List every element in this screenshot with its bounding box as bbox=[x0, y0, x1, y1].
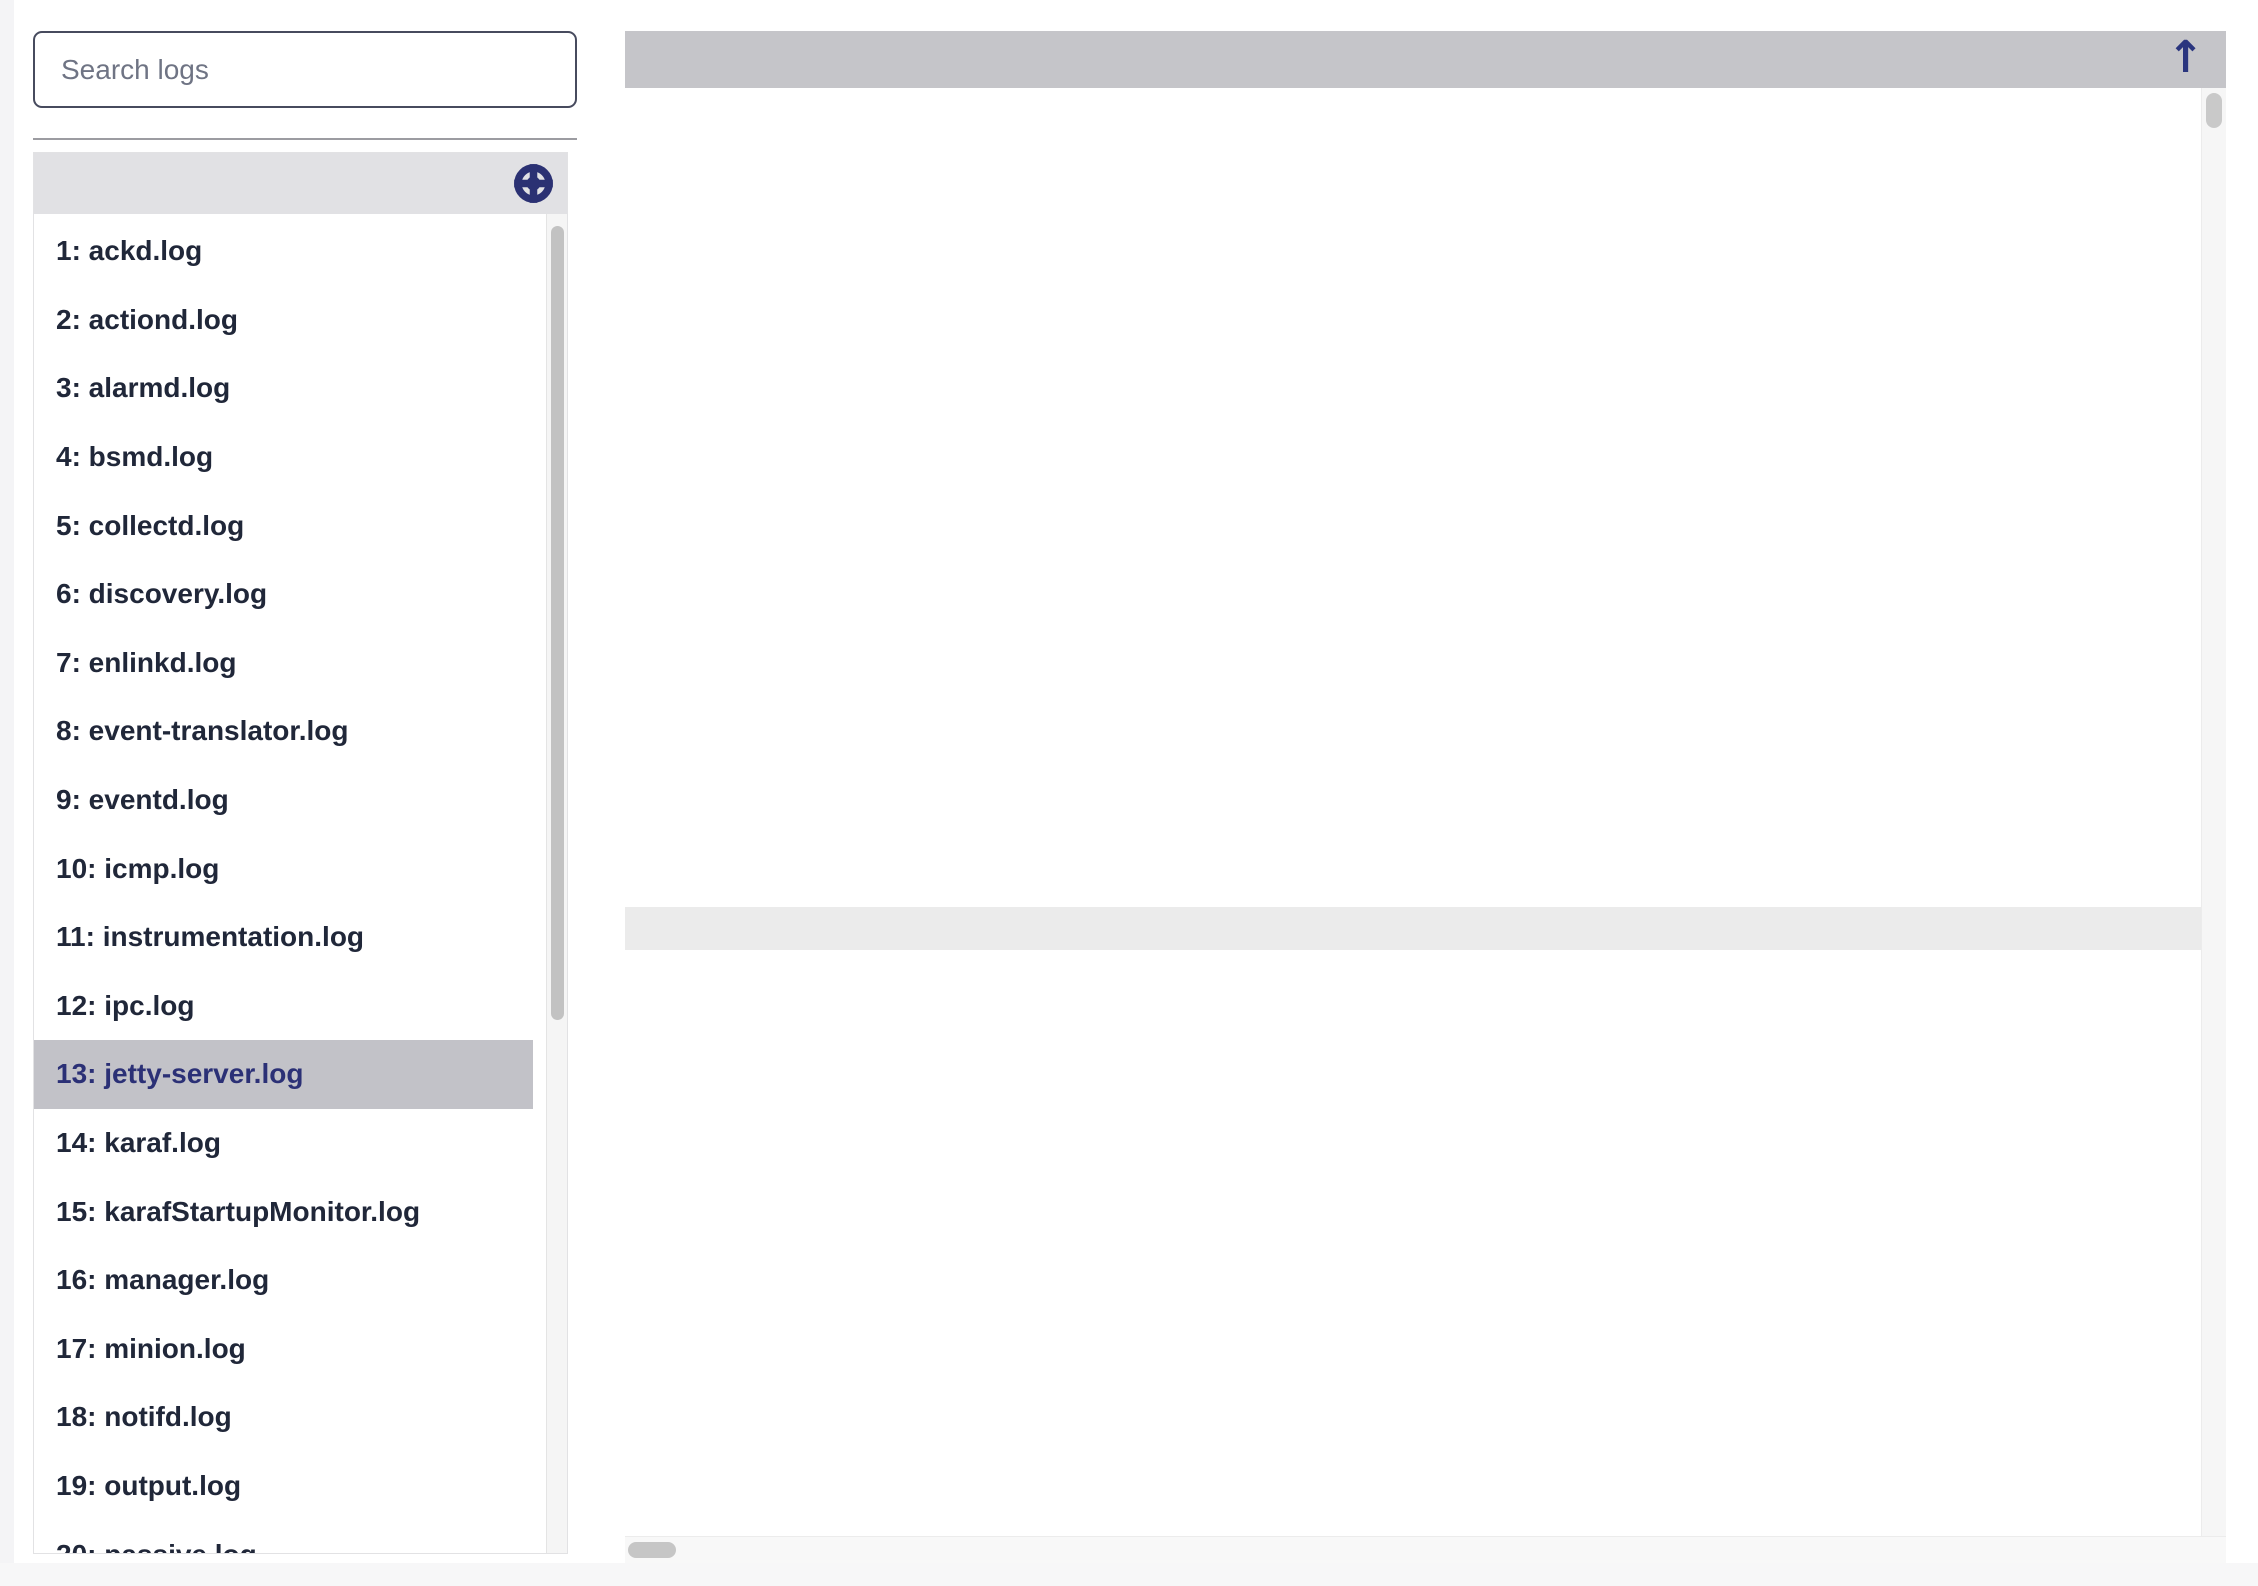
log-content: 2022-04-26 15:35:05,235 DEBUG [qtp166546… bbox=[625, 88, 2201, 1536]
log-line[interactable]: 2022-04-26 15:35:05,235 DEBUG [qtp166546… bbox=[625, 907, 2201, 950]
file-item[interactable]: 9: eventd.log bbox=[34, 766, 533, 835]
file-item-label: 20: passive.log bbox=[56, 1539, 257, 1553]
file-item-label: 6: discovery.log bbox=[56, 578, 267, 610]
file-item[interactable]: 14: karaf.log bbox=[34, 1109, 533, 1178]
file-item-label: 1: ackd.log bbox=[56, 235, 202, 267]
log-line[interactable]: 2022-04-26 15:35:05,235 DEBUG [qtp166546… bbox=[625, 176, 2201, 219]
log-line[interactable]: 2022-04-26 15:35:05,235 DEBUG [qtp166546… bbox=[625, 1165, 2201, 1208]
file-item[interactable]: 16: manager.log bbox=[34, 1246, 533, 1315]
file-item[interactable]: 12: ipc.log bbox=[34, 972, 533, 1041]
file-item-label: 14: karaf.log bbox=[56, 1127, 221, 1159]
file-item-label: 8: event-translator.log bbox=[56, 715, 349, 747]
file-list-header bbox=[34, 153, 567, 214]
log-line[interactable]: 2022-04-26 15:35:05,235 DEBUG [qtp166546… bbox=[625, 821, 2201, 864]
log-line[interactable]: 2022-04-26 15:35:05,235 DEBUG [qtp166546… bbox=[625, 133, 2201, 176]
up-arrow-icon: ↑ bbox=[2167, 32, 2204, 83]
file-item-label: 11: instrumentation.log bbox=[56, 921, 364, 953]
file-list-scroll-thumb[interactable] bbox=[551, 226, 564, 1020]
file-item[interactable]: 17: minion.log bbox=[34, 1315, 533, 1384]
file-item-label: 9: eventd.log bbox=[56, 784, 229, 816]
file-item[interactable]: 5: collectd.log bbox=[34, 491, 533, 560]
file-item-label: 15: karafStartupMonitor.log bbox=[56, 1196, 420, 1228]
file-item[interactable]: 10: icmp.log bbox=[34, 834, 533, 903]
log-line[interactable]: 2022-04-26 15:35:05,235 DEBUG [qtp166546… bbox=[625, 477, 2201, 520]
file-item[interactable]: 2: actiond.log bbox=[34, 286, 533, 355]
file-item[interactable]: 8: event-translator.log bbox=[34, 697, 533, 766]
log-line[interactable]: 2022-04-26 15:35:05,235 DEBUG [qtp166546… bbox=[625, 864, 2201, 907]
search-input[interactable] bbox=[33, 31, 577, 108]
file-item[interactable]: 4: bsmd.log bbox=[34, 423, 533, 492]
file-item[interactable]: 19: output.log bbox=[34, 1452, 533, 1521]
log-line[interactable]: 2022-04-26 15:35:05,235 DEBUG [qtp166546… bbox=[625, 692, 2201, 735]
file-item-label: 16: manager.log bbox=[56, 1264, 269, 1296]
file-item[interactable]: 3: alarmd.log bbox=[34, 354, 533, 423]
file-item[interactable]: 6: discovery.log bbox=[34, 560, 533, 629]
log-line[interactable]: 2022-04-26 15:35:05,235 DEBUG [qtp166546… bbox=[625, 90, 2201, 133]
file-item[interactable]: 13: jetty-server.log bbox=[34, 1040, 533, 1109]
file-item-label: 18: notifd.log bbox=[56, 1401, 232, 1433]
file-item[interactable]: 11: instrumentation.log bbox=[34, 903, 533, 972]
file-item-label: 3: alarmd.log bbox=[56, 372, 230, 404]
sidebar-divider bbox=[33, 138, 577, 140]
file-item-label: 10: icmp.log bbox=[56, 853, 219, 885]
settings-wheel-icon[interactable] bbox=[512, 162, 555, 205]
file-item[interactable]: 18: notifd.log bbox=[34, 1383, 533, 1452]
log-line[interactable]: 2022-04-26 15:35:05,235 DEBUG [qtp166546… bbox=[625, 219, 2201, 262]
log-line[interactable]: 2022-04-26 15:35:05,235 DEBUG [qtp166546… bbox=[625, 1036, 2201, 1079]
file-item[interactable]: 15: karafStartupMonitor.log bbox=[34, 1177, 533, 1246]
log-line[interactable]: 2022-04-26 15:35:05,235 DEBUG [qtp166546… bbox=[625, 1122, 2201, 1165]
log-line[interactable]: 2022-04-26 15:35:05,235 DEBUG [qtp166546… bbox=[625, 262, 2201, 305]
file-item[interactable]: 20: passive.log bbox=[34, 1520, 533, 1553]
log-line[interactable]: 2022-04-26 15:35:05,235 DEBUG [qtp166546… bbox=[625, 735, 2201, 778]
log-line[interactable]: 2022-04-26 15:35:05,236 DEBUG [qtp166546… bbox=[625, 1337, 2201, 1380]
log-line[interactable]: 2022-04-26 15:35:05,235 DEBUG [qtp166546… bbox=[625, 305, 2201, 348]
log-vertical-scrollbar[interactable] bbox=[2201, 88, 2226, 1536]
file-item-label: 13: jetty-server.log bbox=[56, 1058, 303, 1090]
log-line[interactable]: 2022-04-26 15:35:05,235 DEBUG [qtp166546… bbox=[625, 391, 2201, 434]
log-line[interactable]: 2022-04-26 15:35:05,235 DEBUG [qtp166546… bbox=[625, 563, 2201, 606]
file-item-label: 2: actiond.log bbox=[56, 304, 238, 336]
left-edge-strip bbox=[0, 0, 14, 1586]
log-line[interactable]: 2022-04-26 15:35:05,235 DEBUG [qtp166546… bbox=[625, 1079, 2201, 1122]
log-line[interactable]: 2022-04-26 15:35:05,235 DEBUG [qtp166546… bbox=[625, 434, 2201, 477]
file-item[interactable]: 7: enlinkd.log bbox=[34, 629, 533, 698]
log-vertical-scroll-thumb[interactable] bbox=[2206, 93, 2222, 128]
log-line[interactable]: 2022-04-26 15:35:05,236 DEBUG [qtp166546… bbox=[625, 1423, 2201, 1466]
log-line[interactable]: 2022-04-26 15:35:05,235 DEBUG [qtp166546… bbox=[625, 606, 2201, 649]
log-line[interactable]: 2022-04-26 15:35:05,236 DEBUG [qtp166546… bbox=[625, 1294, 2201, 1337]
log-line[interactable]: 2022-04-26 15:35:05,236 DEBUG [qtp166546… bbox=[625, 1509, 2201, 1536]
log-file-list-panel: 1: ackd.log 2: actiond.log 3: alarmd.log… bbox=[33, 152, 568, 1554]
log-line[interactable]: 2022-04-26 15:35:05,235 DEBUG [qtp166546… bbox=[625, 950, 2201, 993]
file-item-label: 12: ipc.log bbox=[56, 990, 194, 1022]
file-list-scrollbar[interactable] bbox=[546, 214, 567, 1553]
log-line[interactable]: 2022-04-26 15:35:05,236 DEBUG [qtp166546… bbox=[625, 1466, 2201, 1509]
log-line[interactable]: 2022-04-26 15:35:05,236 DEBUG [qtp166546… bbox=[625, 1380, 2201, 1423]
scroll-to-top-button[interactable]: ↑ bbox=[2167, 31, 2204, 88]
log-line[interactable]: 2022-04-26 15:35:05,235 DEBUG [qtp166546… bbox=[625, 1208, 2201, 1251]
log-viewer-header: ↑ bbox=[625, 31, 2226, 88]
file-item-label: 7: enlinkd.log bbox=[56, 647, 236, 679]
log-line[interactable]: 2022-04-26 15:35:05,235 DEBUG [qtp166546… bbox=[625, 348, 2201, 391]
log-viewer-panel: ↑ 2022-04-26 15:35:05,235 DEBUG [qtp1665… bbox=[625, 31, 2226, 1563]
log-horizontal-scroll-thumb[interactable] bbox=[628, 1542, 676, 1558]
log-line[interactable]: 2022-04-26 15:35:05,235 DEBUG [qtp166546… bbox=[625, 778, 2201, 821]
log-line[interactable]: 2022-04-26 15:35:05,235 DEBUG [qtp166546… bbox=[625, 1251, 2201, 1294]
file-item[interactable]: 1: ackd.log bbox=[34, 217, 533, 286]
file-item-label: 4: bsmd.log bbox=[56, 441, 213, 473]
file-item-label: 19: output.log bbox=[56, 1470, 241, 1502]
log-line[interactable]: 2022-04-26 15:35:05,235 DEBUG [qtp166546… bbox=[625, 649, 2201, 692]
bottom-edge-strip bbox=[0, 1563, 2258, 1586]
log-line[interactable]: 2022-04-26 15:35:05,235 DEBUG [qtp166546… bbox=[625, 993, 2201, 1036]
log-line[interactable]: 2022-04-26 15:35:05,235 DEBUG [qtp166546… bbox=[625, 520, 2201, 563]
log-horizontal-scrollbar[interactable] bbox=[625, 1536, 2226, 1563]
file-item-label: 17: minion.log bbox=[56, 1333, 246, 1365]
file-item-label: 5: collectd.log bbox=[56, 510, 244, 542]
file-item-list: 1: ackd.log 2: actiond.log 3: alarmd.log… bbox=[34, 214, 533, 1553]
